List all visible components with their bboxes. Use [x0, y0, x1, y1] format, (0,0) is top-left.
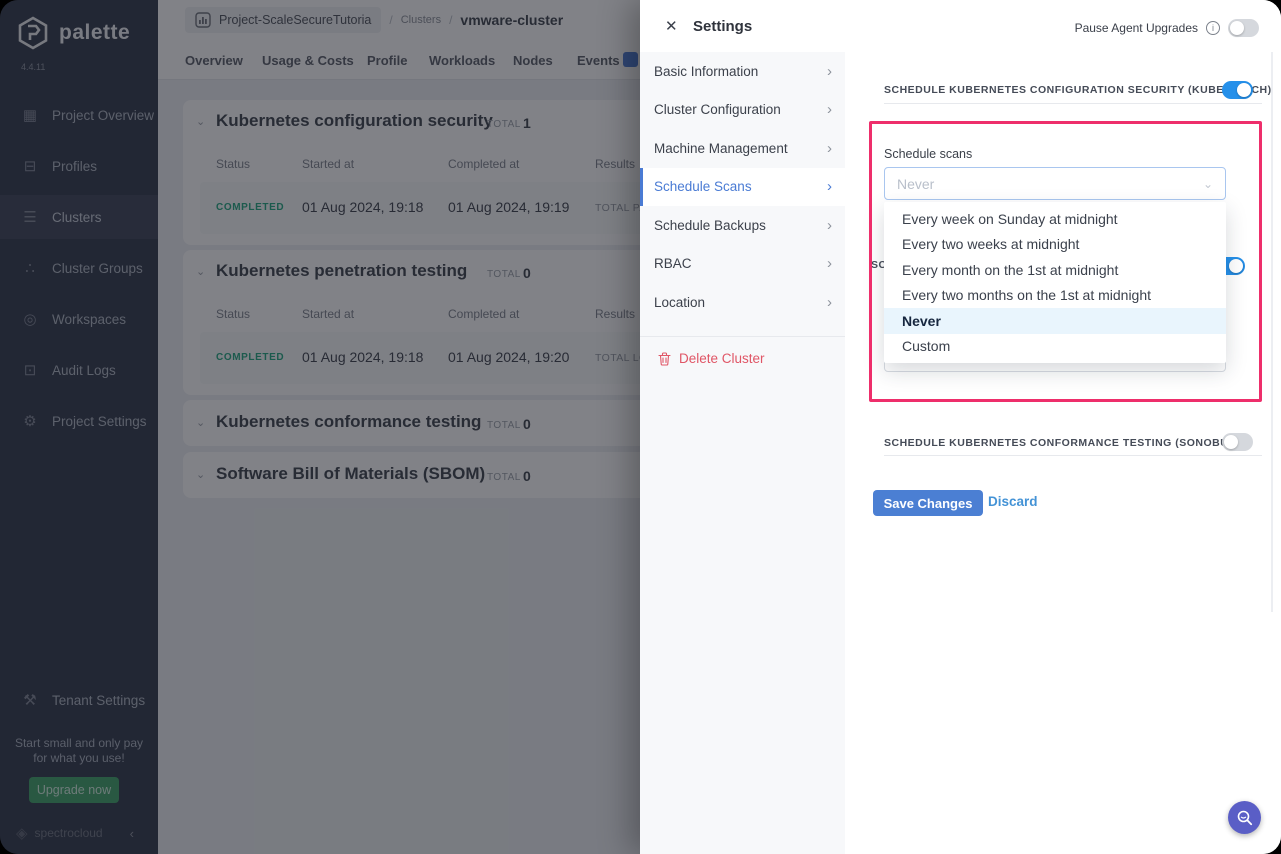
- delete-cluster-button[interactable]: Delete Cluster: [640, 337, 845, 381]
- chevron-right-icon: [827, 178, 832, 195]
- menu-item-label: Machine Management: [654, 141, 788, 156]
- option-every-week[interactable]: Every week on Sunday at midnight: [884, 206, 1226, 232]
- modal-dim-overlay: [0, 0, 640, 854]
- info-icon[interactable]: [1206, 21, 1220, 35]
- divider: [884, 455, 1262, 456]
- option-every-month[interactable]: Every month on the 1st at midnight: [884, 257, 1226, 283]
- sonobuoy-label: SCHEDULE KUBERNETES CONFORMANCE TESTING …: [884, 437, 1249, 449]
- menu-item-schedule-backups[interactable]: Schedule Backups: [640, 206, 845, 245]
- chevron-right-icon: [827, 63, 832, 80]
- chevron-down-icon: [1203, 177, 1213, 191]
- kube-bench-label: SCHEDULE KUBERNETES CONFIGURATION SECURI…: [884, 84, 1272, 96]
- app-window: palette 4.4.11 Project Overview Profiles…: [0, 0, 1281, 854]
- menu-item-schedule-scans[interactable]: Schedule Scans: [640, 168, 845, 207]
- settings-menu: Basic Information Cluster Configuration …: [640, 52, 845, 854]
- toggle-knob: [1224, 435, 1238, 449]
- pause-agent-upgrades: Pause Agent Upgrades: [1075, 19, 1259, 37]
- pause-agent-label: Pause Agent Upgrades: [1075, 21, 1198, 35]
- chevron-right-icon: [827, 255, 832, 272]
- select-value: Never: [897, 176, 934, 192]
- trash-icon: [658, 352, 671, 366]
- option-custom[interactable]: Custom: [884, 334, 1226, 360]
- menu-item-machine-management[interactable]: Machine Management: [640, 129, 845, 168]
- kube-bench-toggle[interactable]: [1222, 81, 1253, 99]
- schedule-scans-select[interactable]: Never: [884, 167, 1226, 200]
- option-never[interactable]: Never: [884, 308, 1226, 334]
- settings-panel: Settings Pause Agent Upgrades Basic Info…: [640, 0, 1281, 854]
- toggle-knob: [1229, 259, 1243, 273]
- hidden-section-label-fragment: SC: [871, 259, 884, 271]
- option-every-two-weeks[interactable]: Every two weeks at midnight: [884, 232, 1226, 258]
- chevron-right-icon: [827, 140, 832, 157]
- panel-scrollbar[interactable]: [1271, 52, 1273, 612]
- toggle-knob: [1230, 21, 1244, 35]
- schedule-scans-label: Schedule scans: [884, 147, 972, 161]
- chevron-right-icon: [827, 101, 832, 118]
- option-every-two-months[interactable]: Every two months on the 1st at midnight: [884, 283, 1226, 309]
- discard-button[interactable]: Discard: [988, 494, 1038, 509]
- menu-item-label: Location: [654, 295, 705, 310]
- help-search-fab[interactable]: [1228, 801, 1261, 834]
- close-icon[interactable]: [665, 17, 678, 35]
- save-changes-button[interactable]: Save Changes: [873, 490, 983, 516]
- panel-title: Settings: [693, 18, 752, 35]
- menu-item-cluster-configuration[interactable]: Cluster Configuration: [640, 91, 845, 130]
- menu-item-rbac[interactable]: RBAC: [640, 245, 845, 284]
- menu-item-basic-information[interactable]: Basic Information: [640, 52, 845, 91]
- schedule-scans-dropdown: Every week on Sunday at midnight Every t…: [884, 202, 1226, 363]
- delete-cluster-label: Delete Cluster: [679, 351, 765, 366]
- magnifier-icon: [1236, 809, 1254, 827]
- menu-item-label: Schedule Scans: [654, 179, 752, 194]
- chevron-right-icon: [827, 294, 832, 311]
- toggle-knob: [1237, 83, 1251, 97]
- menu-item-label: Schedule Backups: [654, 218, 766, 233]
- chevron-right-icon: [827, 217, 832, 234]
- pause-agent-toggle[interactable]: [1228, 19, 1259, 37]
- sonobuoy-toggle[interactable]: [1222, 433, 1253, 451]
- menu-item-label: RBAC: [654, 256, 692, 271]
- divider: [884, 103, 1262, 104]
- menu-item-location[interactable]: Location: [640, 283, 845, 322]
- menu-item-label: Basic Information: [654, 64, 758, 79]
- menu-item-label: Cluster Configuration: [654, 102, 781, 117]
